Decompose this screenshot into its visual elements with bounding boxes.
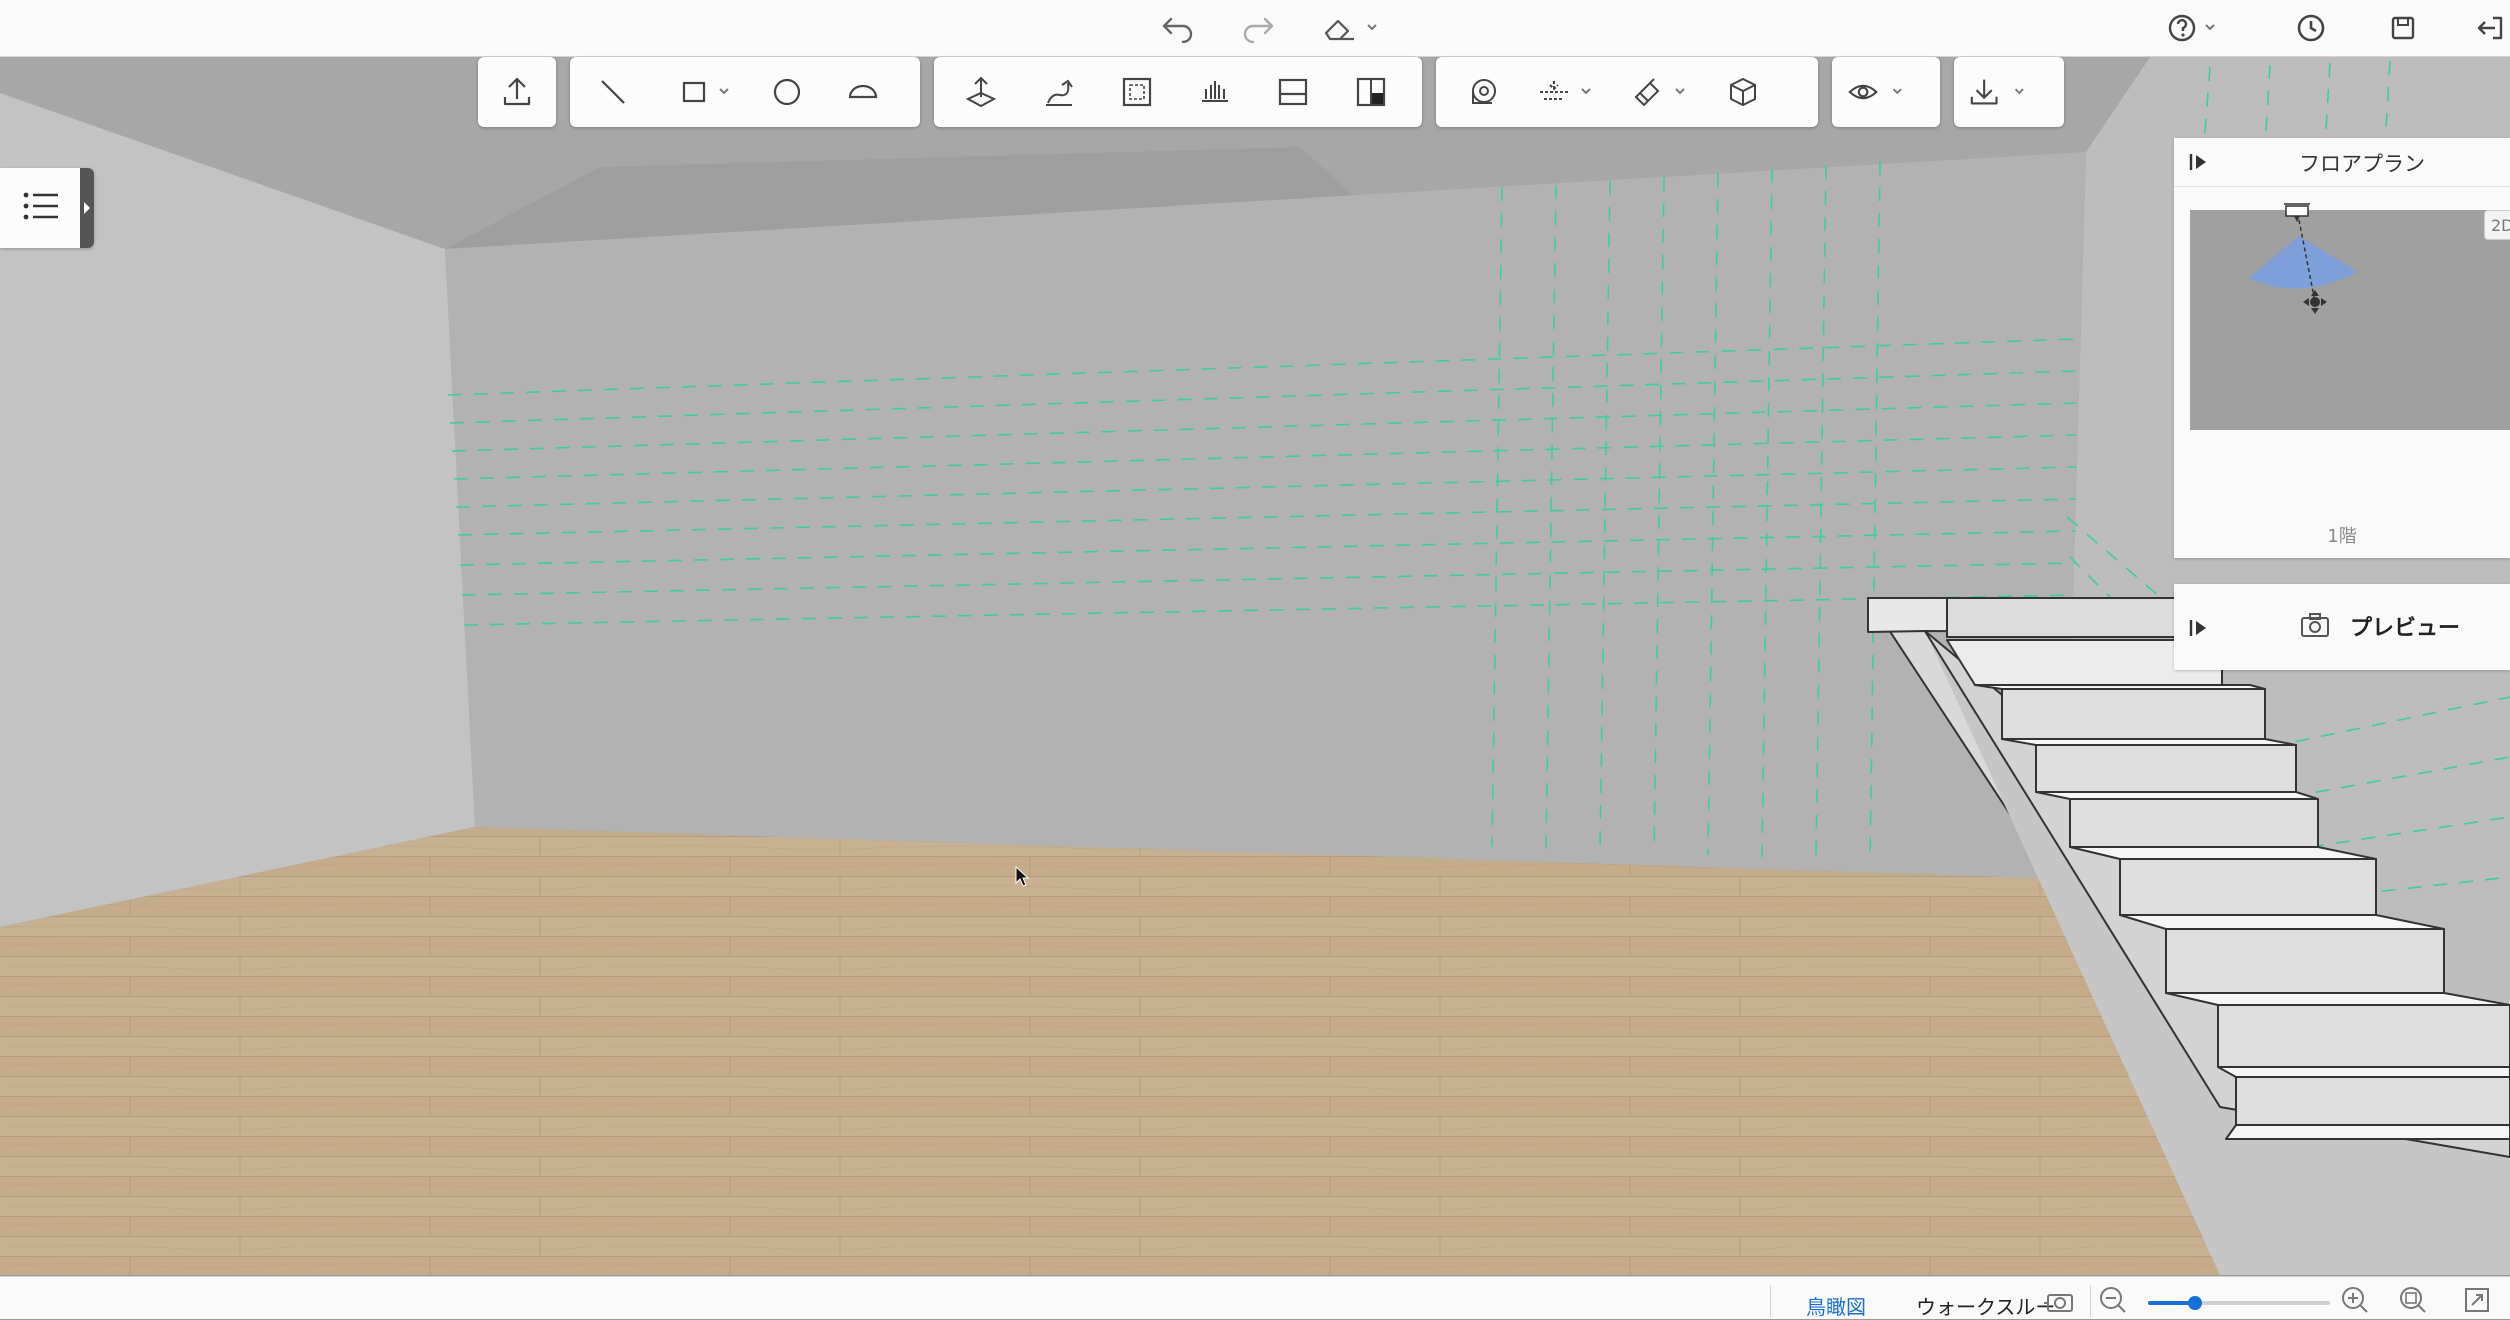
floorplan-title: フロアプラン — [2299, 152, 2425, 176]
camera-icon — [2300, 612, 2330, 642]
line-icon[interactable] — [586, 65, 640, 119]
rectangle-icon[interactable] — [670, 65, 746, 119]
zoom-slider-knob[interactable] — [2188, 1296, 2203, 1310]
divider — [1770, 1285, 1771, 1317]
toolbar-group-download — [1954, 57, 2064, 127]
3d-viewport[interactable] — [0, 57, 2510, 1275]
zoom-out-icon[interactable] — [2098, 1285, 2128, 1320]
divider — [2090, 1285, 2091, 1317]
split-icon[interactable] — [1266, 65, 1320, 119]
aerial-view-tab[interactable]: 鳥瞰図 — [1806, 1291, 1866, 1320]
toolbar-group-view — [1832, 57, 1940, 127]
zoom-to-fit-icon[interactable] — [2398, 1285, 2428, 1320]
floorplan-map[interactable] — [2190, 210, 2510, 430]
fullscreen-icon[interactable] — [2462, 1285, 2492, 1320]
expand-handle[interactable] — [80, 168, 94, 248]
2d-toggle-button[interactable]: 2D — [2484, 210, 2510, 240]
floorplan-panel: フロアプラン 2D 1階 — [2174, 138, 2510, 558]
toolbar-group-draw — [570, 57, 920, 127]
upload-icon[interactable] — [490, 65, 544, 119]
expand-panel-icon[interactable] — [2188, 618, 2210, 642]
zoom-slider[interactable] — [2148, 1296, 2330, 1310]
array-icon[interactable] — [1188, 65, 1242, 119]
camera-settings-icon[interactable] — [2044, 1287, 2078, 1320]
download-icon[interactable] — [1968, 65, 2044, 119]
sweep-icon[interactable] — [1032, 65, 1086, 119]
list-icon — [22, 189, 62, 227]
exit-icon[interactable] — [2470, 6, 2510, 50]
toolbar-group-modify — [934, 57, 1422, 127]
push-pull-icon[interactable] — [954, 65, 1008, 119]
redo-icon[interactable] — [1236, 6, 1280, 50]
list-panel-toggle[interactable] — [0, 168, 94, 248]
arc-icon[interactable] — [836, 65, 890, 119]
bottom-bar: 鳥瞰図 ウォークスルー — [0, 1276, 2510, 1319]
align-icon[interactable] — [1530, 65, 1606, 119]
circle-icon[interactable] — [760, 65, 814, 119]
top-bar — [0, 0, 2510, 57]
zoom-in-icon[interactable] — [2340, 1285, 2370, 1320]
preview-title[interactable]: プレビュー — [2350, 610, 2460, 642]
save-icon[interactable] — [2382, 6, 2424, 50]
floorplan-header: フロアプラン — [2174, 138, 2510, 187]
eraser-icon[interactable] — [1318, 6, 1382, 50]
components-icon[interactable] — [1344, 65, 1398, 119]
tape-measure-icon[interactable] — [1456, 65, 1510, 119]
walkthrough-tab[interactable]: ウォークスルー — [1916, 1291, 2055, 1320]
offset-icon[interactable] — [1110, 65, 1164, 119]
history-icon[interactable] — [2290, 6, 2332, 50]
paint-icon[interactable] — [1624, 65, 1700, 119]
floor-level-label[interactable]: 1階 — [2174, 522, 2510, 548]
camera-marker-icon[interactable] — [2282, 198, 2312, 228]
solid-icon[interactable] — [1716, 65, 1770, 119]
help-icon[interactable] — [2166, 6, 2230, 50]
toolbar-group-tools — [1436, 57, 1818, 127]
undo-icon[interactable] — [1156, 6, 1200, 50]
toolbar-group-upload — [478, 57, 556, 127]
view-icon[interactable] — [1846, 65, 1922, 119]
preview-panel: プレビュー — [2174, 584, 2510, 670]
